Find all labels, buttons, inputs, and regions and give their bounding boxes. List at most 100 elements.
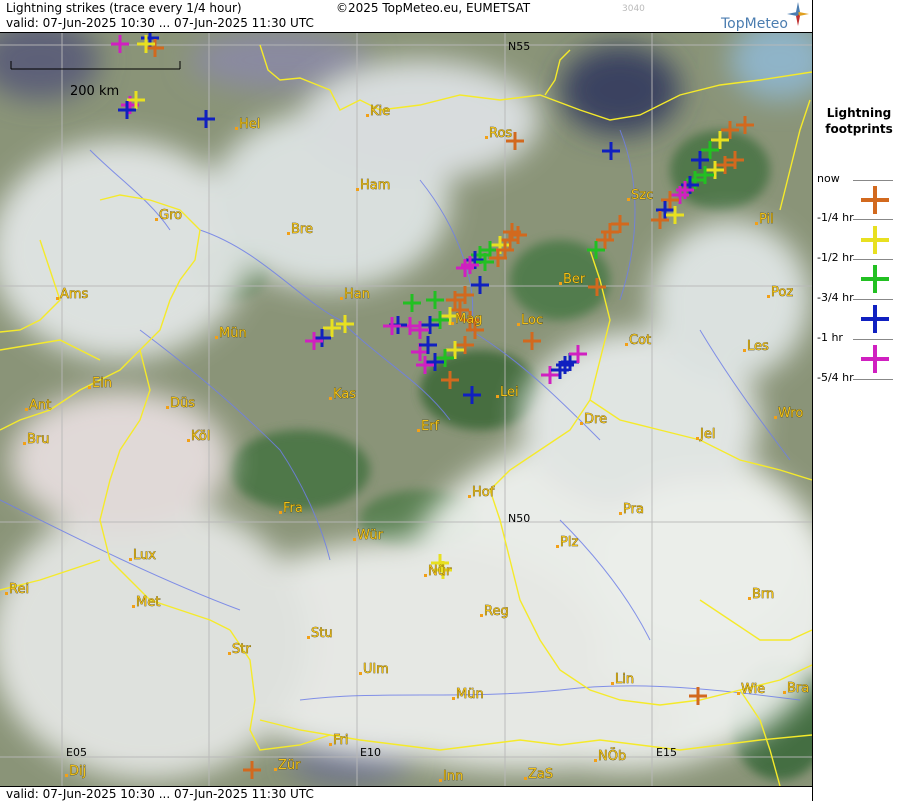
city-label-mün: Mün <box>456 687 484 702</box>
city-label-ros: Ros <box>489 126 512 141</box>
city-dot <box>439 779 442 782</box>
city-dot <box>774 416 777 419</box>
city-label-pra: Pra <box>623 502 644 517</box>
legend-cross-icon-now <box>861 186 889 214</box>
city-label-met: Met <box>136 595 160 610</box>
legend-cross-icon-three-quarter <box>861 305 889 333</box>
city-dot <box>559 282 562 285</box>
city-label-pil: Pil <box>759 212 774 227</box>
legend-label-five-quarter: -5/4 hr <box>817 371 854 384</box>
city-dot <box>307 636 310 639</box>
city-label-ein: Ein <box>92 376 112 391</box>
legend-divider <box>853 219 893 220</box>
city-dot <box>329 743 332 746</box>
city-label-mag: Mag <box>455 312 482 327</box>
city-label-rei: Rei <box>9 582 29 597</box>
legend-divider <box>853 339 893 340</box>
city-dot <box>452 697 455 700</box>
city-label-lin: Lin <box>615 672 634 687</box>
city-dot <box>417 429 420 432</box>
legend-label-now: now <box>817 172 840 185</box>
city-label-fra: Fra <box>283 501 303 516</box>
copyright: ©2025 TopMeteo.eu, EUMETSAT <box>336 1 531 15</box>
city-dot <box>696 437 699 440</box>
city-label-stu: Stu <box>311 626 333 641</box>
city-dot <box>496 395 499 398</box>
legend-label-hour: -1 hr <box>817 331 843 344</box>
city-label-dij: Dij <box>69 764 86 779</box>
map-area[interactable]: Hel Kie Ros Ham Gro Bre Szc Pil Ber Ams Han Poz Mün M… <box>0 33 812 786</box>
city-dot <box>627 198 630 201</box>
city-dot <box>748 597 751 600</box>
city-label-nür: Nür <box>428 564 452 579</box>
city-dot <box>228 652 231 655</box>
legend-divider <box>853 180 893 181</box>
city-dot <box>166 406 169 409</box>
city-dot <box>129 558 132 561</box>
city-dot <box>451 322 454 325</box>
city-label-poz: Poz <box>771 285 793 300</box>
legend-divider <box>853 299 893 300</box>
footer-valid-time: valid: 07-Jun-2025 10:30 ... 07-Jun-2025… <box>6 787 314 801</box>
city-label-kas: Kas <box>333 387 356 402</box>
city-label-les: Les <box>747 339 769 354</box>
city-label-erf: Erf <box>421 419 440 434</box>
city-label-köl: Köl <box>191 429 210 444</box>
city-dot <box>480 614 483 617</box>
city-dot <box>517 323 520 326</box>
city-label-düs: Düs <box>170 396 195 411</box>
legend-divider <box>853 259 893 260</box>
city-dot <box>25 408 28 411</box>
city-dot <box>274 768 277 771</box>
city-label-hof: Hof <box>472 485 495 500</box>
city-label-ant: Ant <box>29 398 51 413</box>
grid-label-e10: E10 <box>360 746 381 759</box>
city-dot <box>366 114 369 117</box>
city-dot <box>65 774 68 777</box>
city-dot <box>155 218 158 221</box>
legend-panel: Lightning footprints now -1/4 hr -1/2 hr… <box>812 0 904 801</box>
city-dot <box>556 545 559 548</box>
grid-label-e05: E05 <box>66 746 87 759</box>
city-label-ham: Ham <box>360 178 390 193</box>
city-label-bru: Bru <box>27 432 50 447</box>
city-label-wro: Wro <box>778 406 803 421</box>
city-dot <box>767 295 770 298</box>
brand-name: TopMeteo <box>721 16 788 32</box>
satellite-map: Hel Kie Ros Ham Gro Bre Szc Pil Ber Ams Han Poz Mün M… <box>0 33 812 786</box>
city-label-kie: Kie <box>370 104 390 119</box>
city-label-cot: Cot <box>629 333 651 348</box>
city-dot <box>187 439 190 442</box>
city-label-han: Han <box>344 287 370 302</box>
city-dot <box>56 297 59 300</box>
city-label-wür: Wür <box>357 528 384 543</box>
city-dot <box>356 188 359 191</box>
city-dot <box>783 691 786 694</box>
legend-label-half: -1/2 hr <box>817 251 854 264</box>
city-label-reg: Reg <box>484 604 509 619</box>
scale-label: 200 km <box>70 84 120 99</box>
city-dot <box>619 512 622 515</box>
city-dot <box>132 605 135 608</box>
map-title: Lightning strikes (trace every 1/4 hour) <box>6 1 242 15</box>
city-dot <box>215 336 218 339</box>
city-label-fri: Fri <box>333 733 349 748</box>
city-dot <box>329 397 332 400</box>
city-label-wie: Wie <box>741 682 765 697</box>
header-bar: Lightning strikes (trace every 1/4 hour)… <box>0 0 812 33</box>
city-label-gro: Gro <box>159 208 182 223</box>
legend-cross-icon-half <box>861 265 889 293</box>
city-label-brn: Brn <box>752 587 774 602</box>
city-label-bre: Bre <box>291 222 313 237</box>
city-dot <box>755 222 758 225</box>
city-label-str: Str <box>232 642 251 657</box>
city-label-plz: Plz <box>560 535 578 550</box>
city-label-lei: Lei <box>500 385 519 400</box>
city-dot <box>359 672 362 675</box>
city-dot <box>5 592 8 595</box>
city-dot <box>594 759 597 762</box>
legend-subtitle: footprints <box>825 122 893 136</box>
legend-label-three-quarter: -3/4 hr <box>817 291 854 304</box>
city-dot <box>287 232 290 235</box>
city-label-loc: Loc <box>521 313 543 328</box>
